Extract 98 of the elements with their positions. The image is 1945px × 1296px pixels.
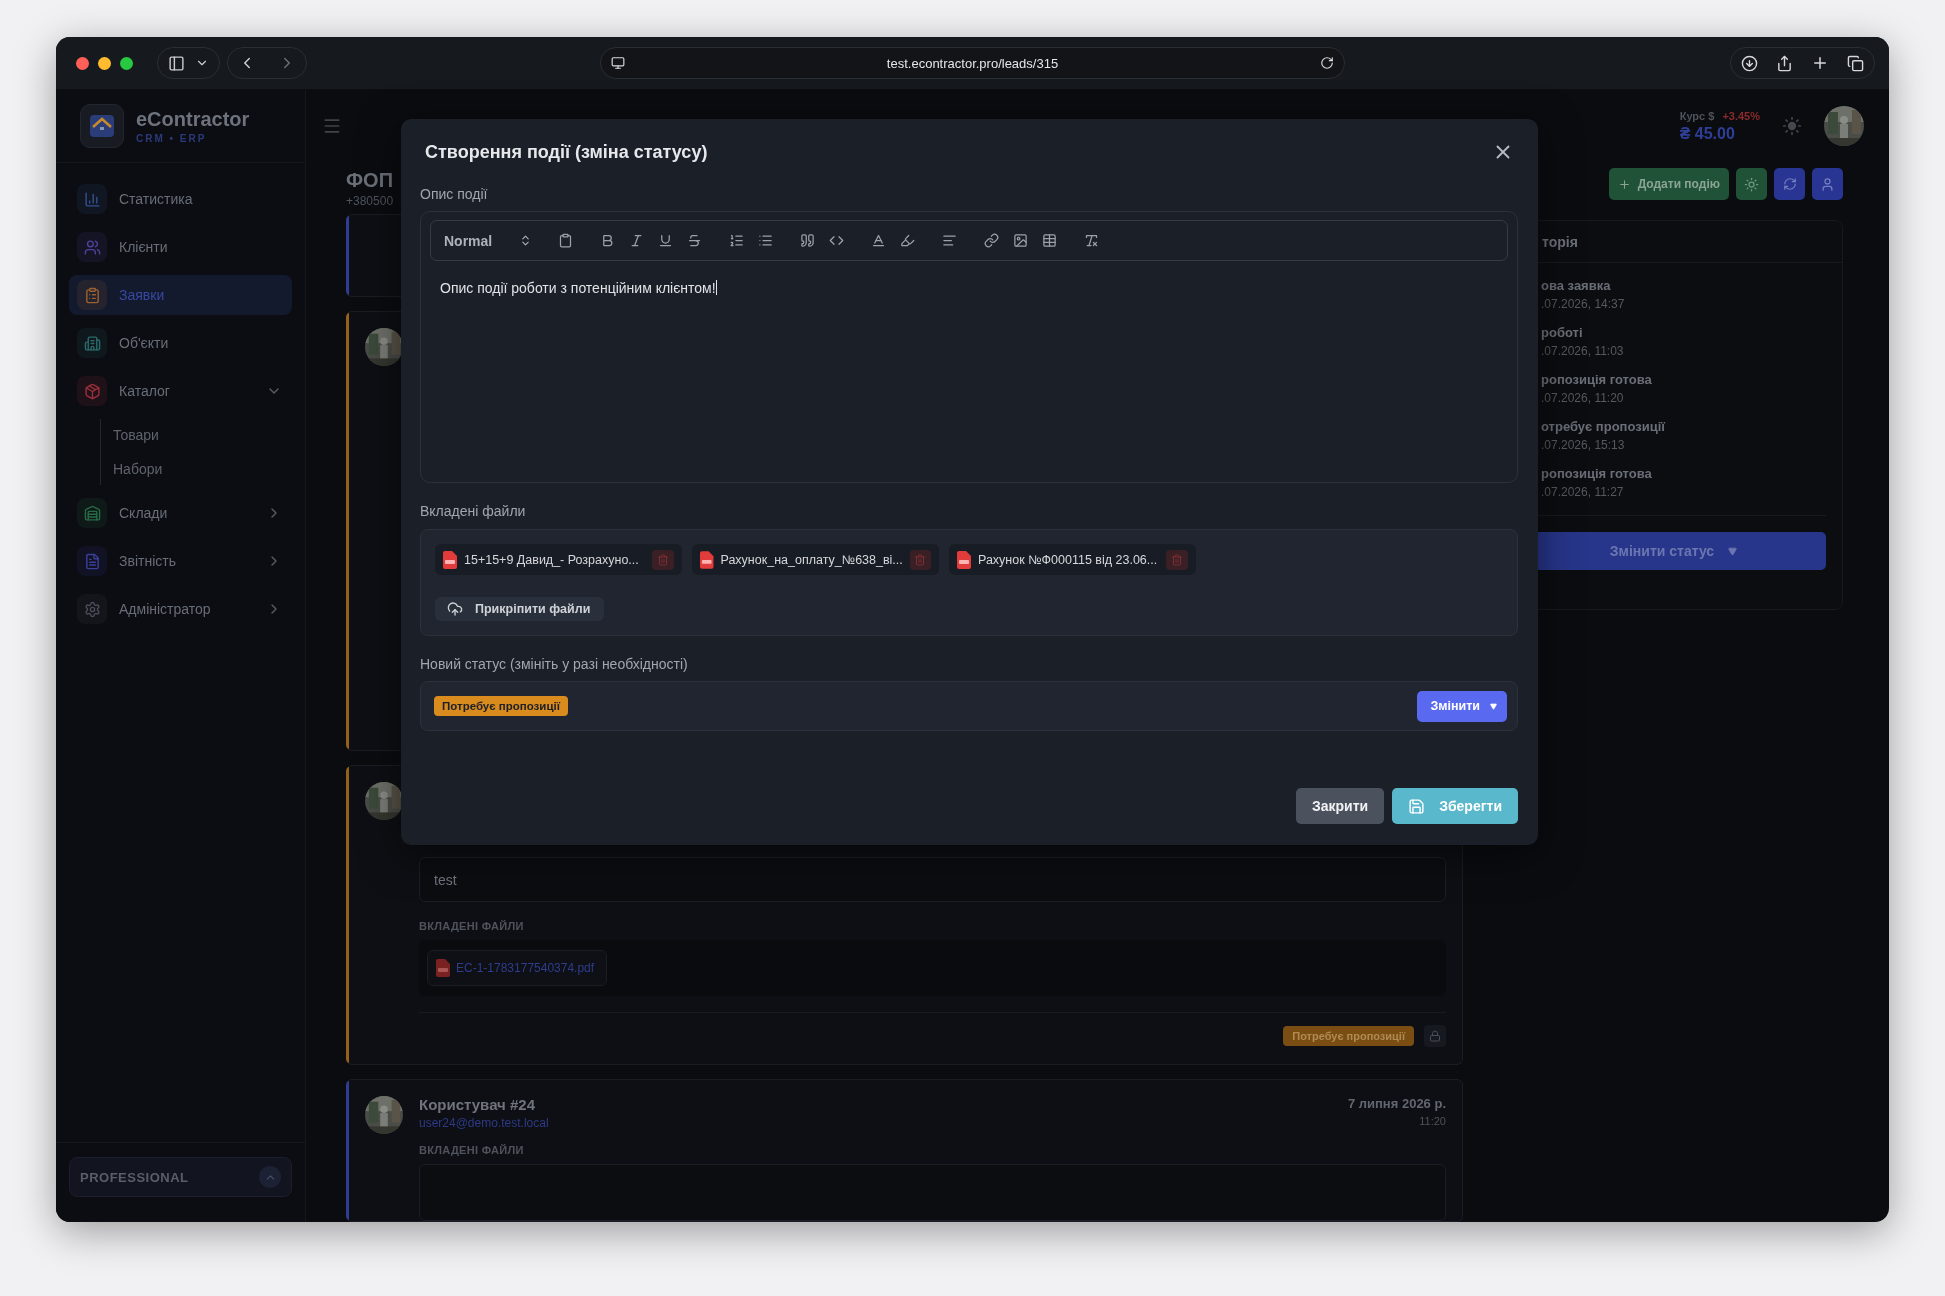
add-event-button[interactable]: Додати подію — [1608, 168, 1729, 200]
caret-icon — [1490, 702, 1497, 710]
new-tab-icon[interactable] — [1811, 54, 1829, 72]
minimize-window-button[interactable] — [98, 56, 111, 70]
file-chip[interactable]: Рахунок_на_оплату_№638_ві... — [692, 544, 939, 575]
nav-item[interactable]: Об'єкти — [69, 323, 292, 363]
download-icon[interactable] — [1741, 54, 1758, 72]
nav-item[interactable]: Звітність — [69, 541, 292, 581]
history-title: торія — [1542, 233, 1578, 250]
editor-text: Опис події роботи з потенційним клієнтом! — [440, 280, 716, 296]
event-date: 7 липня 2026 р. — [1347, 1096, 1446, 1111]
save-icon — [1408, 797, 1426, 815]
nav-subitem[interactable]: Набори — [101, 455, 292, 483]
format-select[interactable]: Normal — [444, 232, 532, 249]
history-time: .07.2026, 11:27 — [1541, 485, 1625, 499]
attach-files-button[interactable]: Прикріпити файли — [435, 597, 605, 621]
reload-icon[interactable] — [1320, 56, 1334, 70]
brand-tagline: CRM • ERP — [136, 133, 208, 144]
dialog-title: Створення події (зміна статусу) — [425, 141, 708, 163]
sun-button[interactable] — [1736, 168, 1767, 200]
lead-title: ФОП — [346, 168, 393, 192]
brand-name: eContractor — [136, 108, 250, 131]
up-down-icon — [519, 234, 532, 247]
close-dialog-button[interactable]: Закрити — [1295, 788, 1385, 824]
nav-item[interactable]: Каталог — [69, 371, 292, 411]
nav-subitem[interactable]: Товари — [101, 421, 292, 449]
history-time: .07.2026, 15:13 — [1541, 438, 1626, 452]
nav-icon — [83, 190, 101, 208]
nav-item[interactable]: Заявки — [69, 275, 292, 315]
close-window-button[interactable] — [76, 56, 89, 70]
logo-icon — [80, 104, 124, 148]
history-status: ропозиція готова — [1541, 466, 1653, 481]
field-label: Новий статус (змініть у разі необхідності) — [420, 655, 689, 673]
history-time: .07.2026, 11:03 — [1541, 344, 1625, 358]
nav-icon — [83, 238, 101, 256]
sidebar-icon[interactable] — [168, 54, 185, 72]
nav-icon — [83, 600, 101, 618]
sun-icon — [1744, 176, 1759, 192]
rate-label: Курс $ — [1679, 109, 1715, 122]
nav-icon — [83, 382, 101, 400]
link-icon[interactable] — [982, 231, 1000, 250]
share-icon[interactable] — [1776, 54, 1793, 72]
pdf-file-icon — [957, 550, 971, 569]
author-name: Користувач #24 — [419, 1096, 536, 1113]
history-time: .07.2026, 14:37 — [1541, 297, 1626, 311]
rich-text-editor[interactable]: Normal Опис події роботи з потенційним клієнтом! — [420, 211, 1518, 483]
plus-icon — [1617, 177, 1631, 191]
pdf-file-icon — [436, 959, 450, 977]
table-icon[interactable] — [1040, 231, 1058, 250]
files-label: ВКЛАДЕНІ ФАЙЛИ — [419, 920, 525, 932]
user-button[interactable] — [1812, 168, 1843, 200]
pdf-file-icon — [443, 550, 457, 569]
refresh-button[interactable] — [1774, 168, 1805, 200]
refresh-icon — [1782, 177, 1797, 191]
file-chip[interactable]: 15+15+9 Давид_- Розрахуно... — [435, 544, 682, 575]
quote-icon[interactable] — [798, 231, 816, 250]
save-button[interactable]: Зберегти — [1392, 788, 1518, 824]
trash-icon — [914, 553, 927, 566]
nav-icon — [83, 286, 101, 304]
history-status: ова заявка — [1541, 278, 1612, 293]
rate-value: ₴ 45.00 — [1679, 124, 1736, 143]
nav-icon — [83, 334, 101, 352]
file-chip[interactable]: Рахунок №Ф000115 від 23.06... — [949, 544, 1196, 575]
tabs-icon[interactable] — [1847, 54, 1864, 72]
field-label: Вкладені файли — [420, 502, 527, 520]
rate-change: +3.45% — [1722, 109, 1760, 122]
pdf-file-icon — [700, 550, 714, 569]
nav-item[interactable]: Клієнти — [69, 227, 292, 267]
url-text: test.econtractor.pro/leads/315 — [885, 55, 1060, 71]
user-icon — [1820, 176, 1835, 192]
lead-phone: +380500 — [346, 194, 394, 208]
file-link[interactable]: EC-1-1783177540374.pdf — [427, 950, 608, 986]
status-badge: Потребує пропозиції — [1283, 1026, 1414, 1046]
history-status: роботі — [1541, 325, 1584, 340]
page-icon — [611, 56, 625, 70]
trash-icon — [657, 553, 669, 566]
change-button[interactable]: Змінити — [1417, 690, 1507, 722]
plan-selector[interactable]: PROFESSIONAL — [69, 1157, 292, 1197]
address-bar[interactable]: test.econtractor.pro/leads/315 — [600, 47, 1345, 79]
zoom-window-button[interactable] — [120, 56, 133, 70]
field-label: Опис події — [420, 185, 489, 203]
nav-item[interactable]: Статистика — [69, 179, 292, 219]
caret-icon — [1728, 546, 1738, 556]
nav-item[interactable]: Адміністратор — [69, 589, 292, 629]
theme-toggle-icon[interactable] — [1782, 116, 1802, 136]
image-icon[interactable] — [1011, 231, 1029, 250]
history-status: отребує пропозиції — [1541, 419, 1666, 434]
history-time: .07.2026, 11:20 — [1541, 391, 1625, 405]
event-time: 11:20 — [1418, 1115, 1446, 1127]
nav-item[interactable]: Склади — [69, 493, 292, 533]
trash-icon — [1171, 553, 1183, 566]
nav-icon — [83, 504, 101, 522]
status-badge: Потребує пропозиції — [434, 696, 568, 716]
history-status: ропозиція готова — [1541, 372, 1653, 387]
upload-icon — [447, 601, 463, 617]
description-field: test — [419, 857, 1446, 902]
files-label: ВКЛАДЕНІ ФАЙЛИ — [419, 1144, 525, 1156]
nav-icon — [83, 552, 101, 570]
